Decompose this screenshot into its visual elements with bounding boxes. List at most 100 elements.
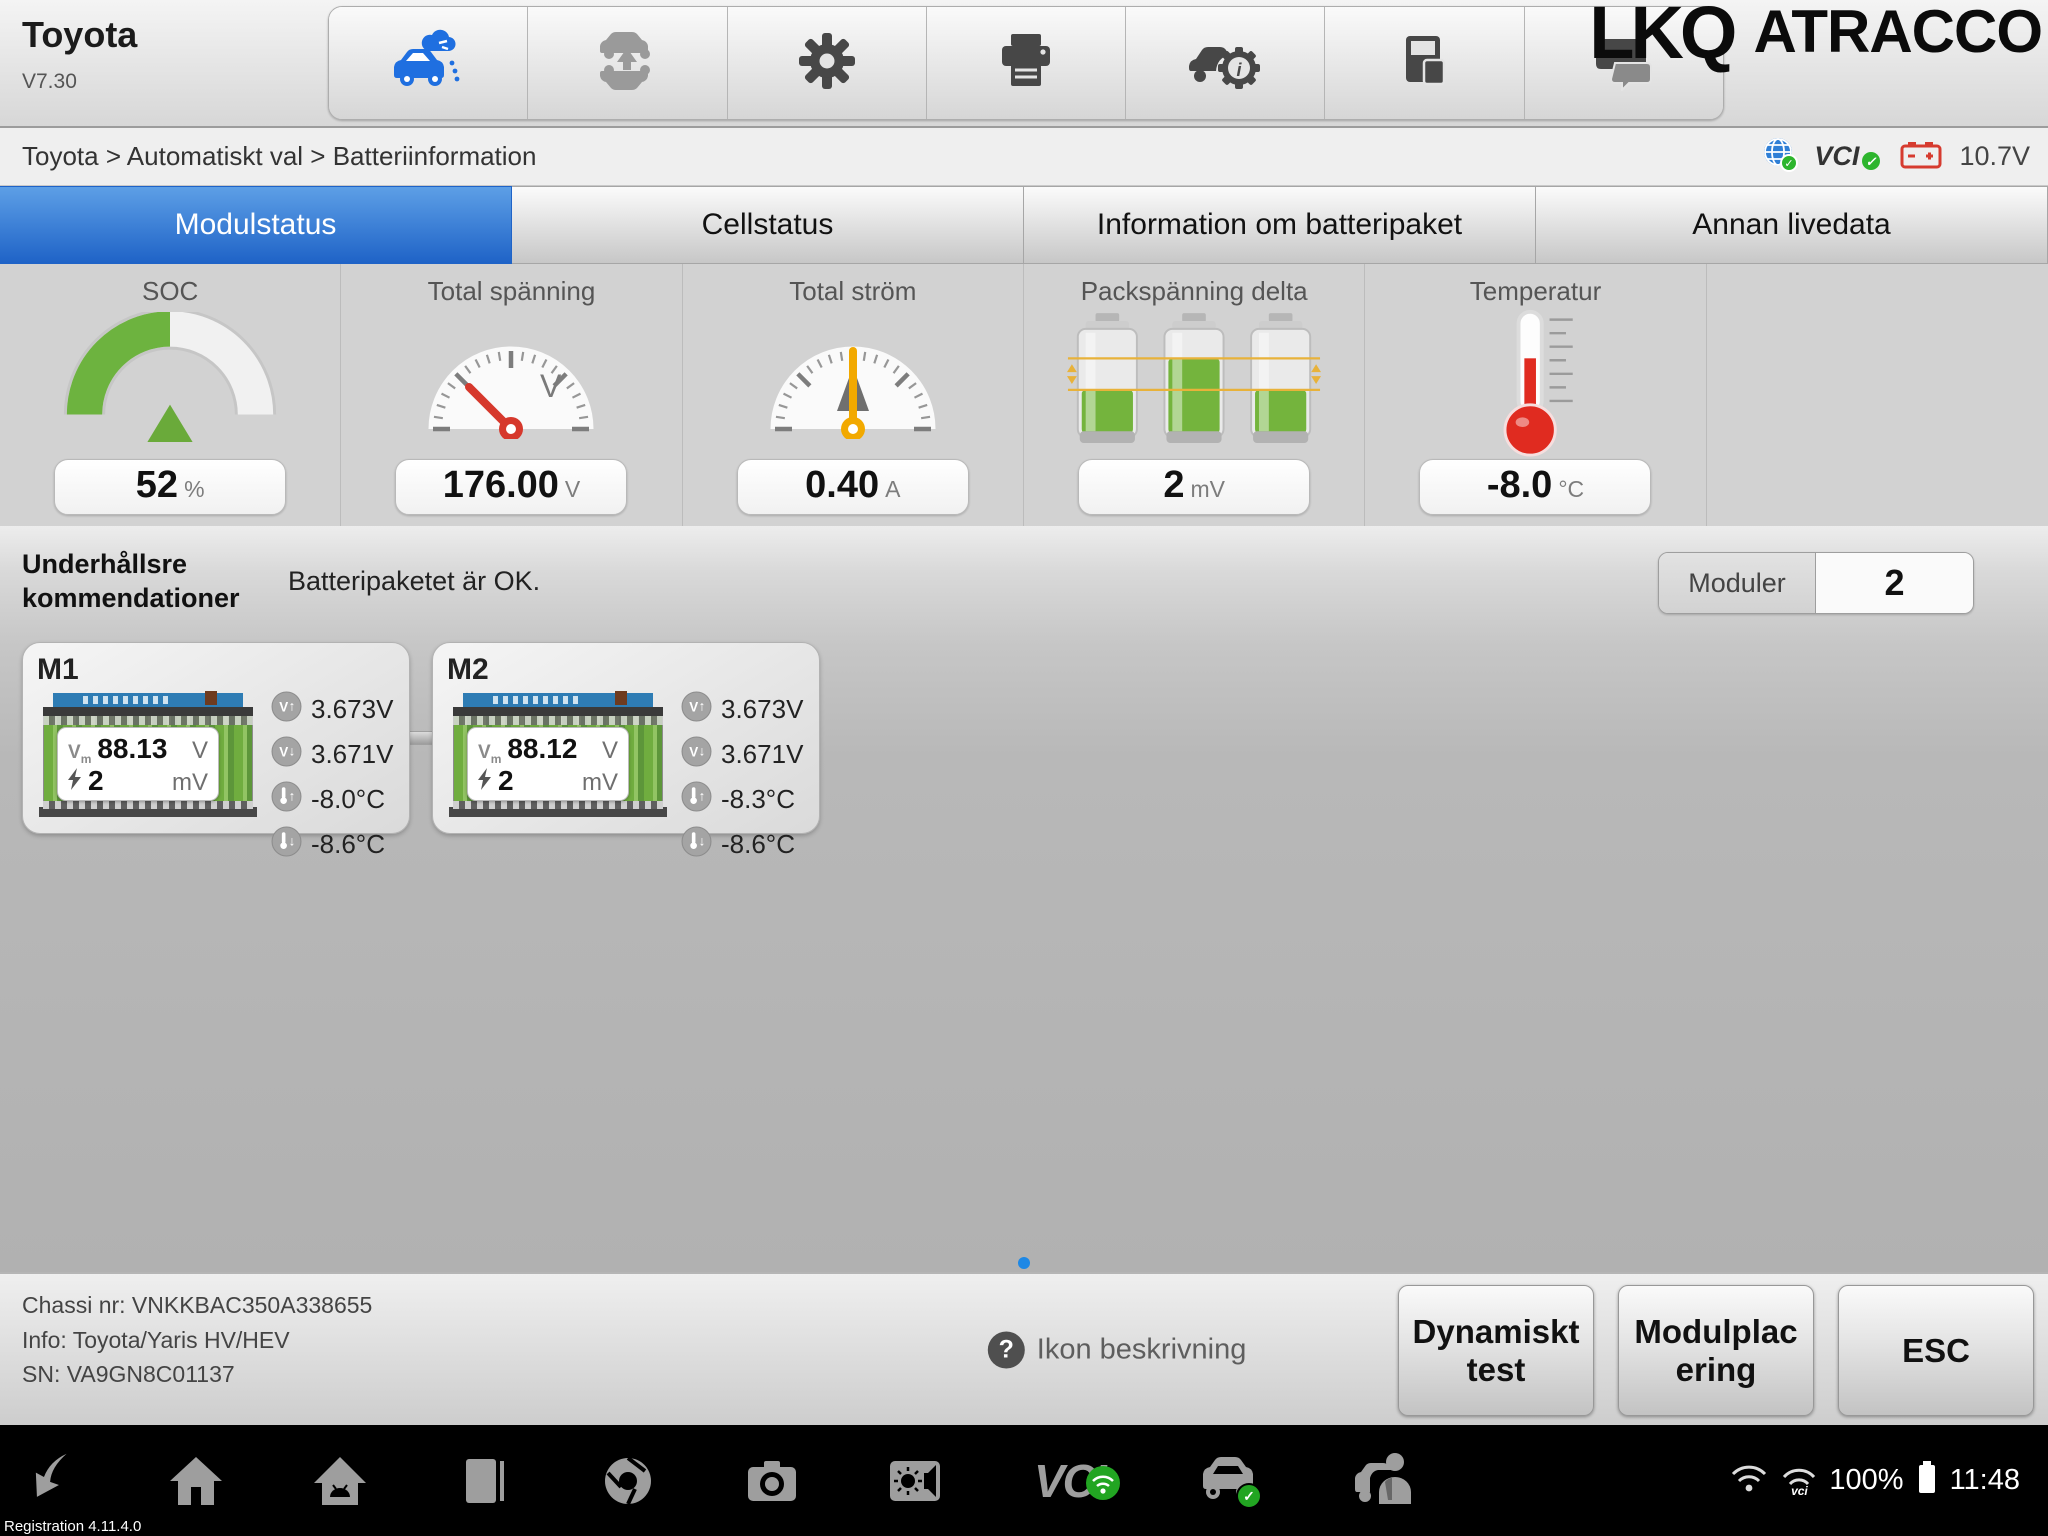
voltage-min-icon: V↓ <box>271 736 302 774</box>
module-voltage-unit: V <box>192 737 208 765</box>
svg-text:✓: ✓ <box>1243 1488 1255 1504</box>
module-delta: 2 <box>88 765 104 797</box>
module-voltage: 88.13 <box>97 733 167 765</box>
module-vmax: 3.673V <box>311 694 393 725</box>
technician-vehicle-icon[interactable] <box>1351 1452 1421 1510</box>
modules-counter-value: 2 <box>1816 553 1973 613</box>
wifi-icon <box>1729 1460 1769 1502</box>
app-identity: Toyota V7.30 <box>22 14 137 94</box>
vci-app-icon[interactable]: VCI <box>1034 1454 1105 1508</box>
pack-delta-value: 2 <box>1163 466 1184 504</box>
thermometer-icon <box>1470 307 1600 459</box>
esc-button[interactable]: ESC <box>1838 1285 2034 1416</box>
bolt-icon <box>478 768 492 795</box>
bolt-icon <box>68 768 82 795</box>
tab-cellstatus[interactable]: Cellstatus <box>512 186 1024 264</box>
camera-icon[interactable] <box>744 1453 800 1509</box>
home-icon[interactable] <box>168 1453 224 1509</box>
vehicle-lift-button[interactable] <box>528 7 727 119</box>
vehicle-battery-icon[interactable] <box>1899 138 1943 175</box>
svg-text:↓: ↓ <box>289 833 296 848</box>
android-navbar: VCI ✓ vci 100% 11:48 <box>0 1425 2048 1536</box>
gauge-total-voltage: Total spänning V 176.00 V <box>341 264 682 526</box>
printer-icon <box>995 30 1057 97</box>
modules-row: M1 Vm 88.13 V <box>22 642 2048 834</box>
header: Toyota V7.30 <box>0 0 2048 128</box>
total-voltage-value: 176.00 <box>443 466 559 504</box>
module-card-m2[interactable]: M2 Vm 88.12 V <box>432 642 820 834</box>
display-volume-icon[interactable] <box>888 1453 946 1509</box>
svg-text:V: V <box>279 699 288 714</box>
soc-value: 52 <box>136 466 178 504</box>
battery-level-icon <box>1916 1459 1938 1503</box>
svg-text:V: V <box>540 368 562 404</box>
module-voltage-unit: V <box>602 737 618 765</box>
back-icon[interactable] <box>28 1453 80 1509</box>
question-mark-icon: ? <box>988 1331 1025 1368</box>
diagnostics-car-icon <box>390 29 466 98</box>
network-globe-icon[interactable]: ✓ <box>1762 136 1798 177</box>
icon-description-button[interactable]: ? Ikon beskrivning <box>988 1331 1247 1368</box>
total-current-unit: A <box>885 476 900 503</box>
data-manager-icon <box>1394 30 1456 97</box>
temperature-value-box: -8.0 °C <box>1419 459 1651 515</box>
module-card-m1[interactable]: M1 Vm 88.13 V <box>22 642 410 834</box>
vm-icon: Vm <box>68 742 91 766</box>
modules-counter: Moduler 2 <box>1658 552 1974 614</box>
android-home-icon[interactable] <box>312 1453 368 1509</box>
tab-bar: Modulstatus Cellstatus Information om ba… <box>0 186 2048 264</box>
tab-modulstatus[interactable]: Modulstatus <box>0 186 512 264</box>
module-placement-button[interactable]: Modulplacering <box>1618 1285 1814 1416</box>
pagination-dot[interactable] <box>1018 1257 1030 1269</box>
vehicle-info-button[interactable]: i <box>1126 7 1325 119</box>
svg-text:↑: ↑ <box>699 788 706 803</box>
svg-text:↑: ↑ <box>699 698 706 713</box>
vehicle-model-info: Info: Toyota/Yaris HV/HEV <box>22 1323 372 1358</box>
vci-status-label: VCI <box>1814 141 1859 172</box>
print-button[interactable] <box>927 7 1126 119</box>
total-current-value-box: 0.40 A <box>737 459 969 515</box>
soc-unit: % <box>184 476 204 503</box>
soc-value-box: 52 % <box>54 459 286 515</box>
temp-max-icon: ↑ <box>271 781 302 819</box>
tab-batteripaket-info[interactable]: Information om batteripaket <box>1024 186 1536 264</box>
messages-button[interactable] <box>1525 7 1723 119</box>
module-delta: 2 <box>498 765 514 797</box>
module-tmin: -8.6°C <box>721 829 795 860</box>
voltage-max-icon: V↑ <box>271 691 302 729</box>
voltage-min-icon: V↓ <box>681 736 712 774</box>
vm-icon: Vm <box>478 742 501 766</box>
vehicle-lift-icon <box>592 30 662 97</box>
module-vmax: 3.673V <box>721 694 803 725</box>
module-tmax: -8.3°C <box>721 784 795 815</box>
svg-text:↓: ↓ <box>699 833 706 848</box>
temperature-value: -8.0 <box>1487 466 1552 504</box>
total-current-value: 0.40 <box>805 466 879 504</box>
chrome-icon[interactable] <box>600 1453 656 1509</box>
recent-apps-icon[interactable] <box>456 1453 512 1509</box>
tab-annan-livedata[interactable]: Annan livedata <box>1536 186 2048 264</box>
total-voltage-label: Total spänning <box>428 276 596 307</box>
module-tmin: -8.6°C <box>311 829 385 860</box>
top-toolbar: i <box>328 6 1724 120</box>
module-vmin: 3.671V <box>311 739 393 770</box>
temperature-label: Temperatur <box>1470 276 1602 307</box>
svg-text:✓: ✓ <box>1785 158 1794 170</box>
module-delta-unit: mV <box>172 769 208 797</box>
total-voltage-unit: V <box>565 476 580 503</box>
battery-trio-icon <box>1066 307 1322 459</box>
diagnostics-button[interactable] <box>329 7 528 119</box>
settings-gear-icon <box>796 30 858 97</box>
data-manager-button[interactable] <box>1325 7 1524 119</box>
vci-status-indicator[interactable]: VCI ✓ <box>1814 141 1883 172</box>
gauge-empty-cell <box>1707 264 2048 526</box>
soc-arc-gauge-icon <box>57 307 283 459</box>
voltage-dial-icon: V <box>416 307 606 459</box>
settings-button[interactable] <box>728 7 927 119</box>
pack-delta-label: Packspänning delta <box>1081 276 1308 307</box>
vehicle-connected-icon[interactable]: ✓ <box>1193 1452 1263 1510</box>
maintenance-message: Batteripaketet är OK. <box>288 566 540 597</box>
dynamic-test-button[interactable]: Dynamiskt test <box>1398 1285 1594 1416</box>
breadcrumb: Toyota > Automatiskt val > Batteriinform… <box>22 141 536 172</box>
total-voltage-value-box: 176.00 V <box>395 459 627 515</box>
